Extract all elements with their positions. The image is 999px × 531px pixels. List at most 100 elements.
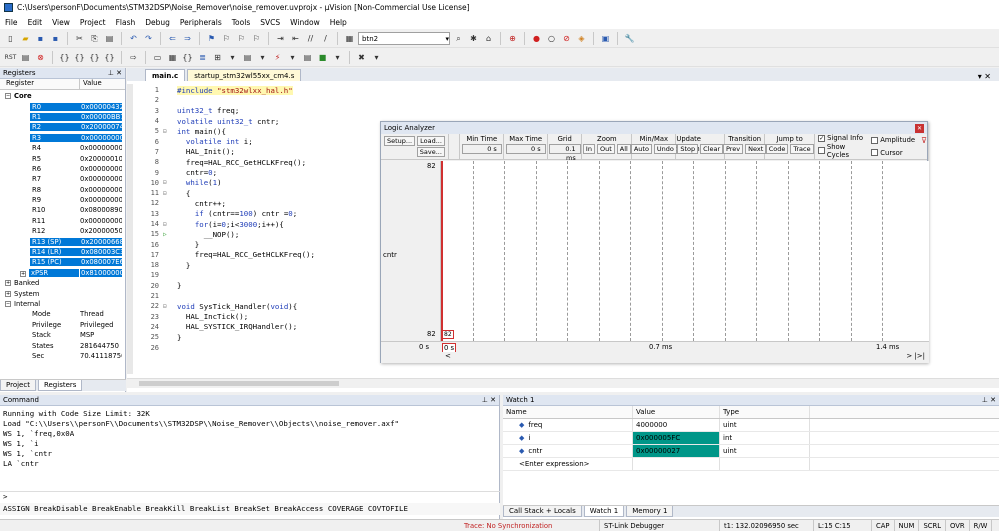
register-value[interactable]: 0x00000000 (80, 144, 122, 152)
group-banked[interactable]: + Banked (0, 278, 125, 288)
register-row[interactable]: R8 0x00000000 (0, 185, 125, 195)
breakpoint-disable-icon[interactable]: ⊘ (560, 32, 573, 45)
command-window-icon[interactable]: ▭ (151, 51, 164, 64)
window-layout-icon[interactable]: ▣ (599, 32, 612, 45)
la-save-button[interactable]: Save... (416, 147, 445, 158)
configure-icon[interactable]: 🔧 (623, 32, 636, 45)
code-line[interactable]: 3 uint32_t freq; (133, 106, 999, 116)
transition-next-button[interactable]: Next (745, 144, 767, 154)
close-icon[interactable]: ✕ (915, 123, 924, 133)
code-line[interactable]: 2 (133, 95, 999, 105)
incremental-find-icon[interactable]: ✱ (467, 32, 480, 45)
serial-window-icon[interactable]: ▾ (256, 51, 269, 64)
internal-row[interactable]: States 281644750 (0, 340, 125, 350)
register-row[interactable]: R7 0x00000000 (0, 174, 125, 184)
editor-close-icon[interactable]: ▾ ✕ (978, 72, 999, 81)
menu-svcs[interactable]: SVCS (255, 18, 285, 27)
breakpoint-insert-icon[interactable]: ● (530, 32, 543, 45)
register-row[interactable]: R14 (LR) 0x080003C3 (0, 247, 125, 257)
registers-window-icon[interactable]: ≣ (196, 51, 209, 64)
watch-value[interactable]: 4000000 (633, 419, 720, 431)
step-out-icon[interactable]: {} (88, 51, 101, 64)
toolbox-icon[interactable]: ■ (316, 51, 329, 64)
new-file-icon[interactable]: ▯ (4, 32, 17, 45)
register-value[interactable]: 0x20000010 (80, 155, 122, 163)
pin-icon[interactable]: ⊽ (915, 134, 927, 159)
register-row[interactable]: R11 0x00000000 (0, 216, 125, 226)
zoom-in-button[interactable]: In (582, 144, 595, 154)
code-line[interactable]: 1 #include "stm32wlxx_hal.h" (133, 85, 999, 95)
trace-window-icon[interactable]: ▾ (286, 51, 299, 64)
menu-peripherals[interactable]: Peripherals (175, 18, 227, 27)
bookmark-next-icon[interactable]: ⚐ (235, 32, 248, 45)
reset-icon[interactable]: RST (4, 51, 17, 64)
stop-icon[interactable]: ⊗ (34, 51, 47, 64)
amplitude-checkbox[interactable]: Amplitude (871, 136, 915, 144)
show-cycles-checkbox[interactable]: Show Cycles (818, 143, 867, 159)
internal-row[interactable]: Mode Thread (0, 309, 125, 319)
register-value[interactable]: 0x080007E6 (80, 258, 122, 267)
redo-icon[interactable]: ↷ (142, 32, 155, 45)
nav-forward-icon[interactable]: ⇒ (181, 32, 194, 45)
register-row[interactable]: R2 0x20000074 (0, 122, 125, 132)
register-row[interactable]: R12 0x20000050 (0, 226, 125, 236)
cut-icon[interactable]: ✂ (73, 32, 86, 45)
register-value[interactable]: 0x00000000 (80, 175, 122, 183)
register-value[interactable]: 0x00000000 (80, 133, 122, 142)
watch-window-icon[interactable]: ▾ (226, 51, 239, 64)
command-input[interactable]: > (0, 491, 500, 502)
col-register[interactable]: Register (0, 79, 80, 89)
breakpoint-enable-icon[interactable]: ○ (545, 32, 558, 45)
run-to-cursor-icon[interactable]: {} (103, 51, 116, 64)
memory-window-icon[interactable]: ▤ (241, 51, 254, 64)
menu-project[interactable]: Project (75, 18, 111, 27)
menu-debug[interactable]: Debug (140, 18, 175, 27)
bookmark-prev-icon[interactable]: ⚐ (220, 32, 233, 45)
expand-icon[interactable]: + (5, 290, 11, 297)
register-row[interactable]: R1 0x00000BB7 (0, 112, 125, 122)
minmax-undo-button[interactable]: Undo (653, 144, 677, 154)
update-stop-button[interactable]: Stop (677, 144, 699, 154)
watch-value[interactable]: 0x000005FC (633, 432, 720, 444)
panel-pin-close-icon[interactable]: ⊥ ✕ (482, 396, 499, 404)
editor-hscroll[interactable] (127, 378, 999, 388)
tab-memory-1[interactable]: Memory 1 (626, 506, 674, 517)
toolbox-dropdown-icon[interactable]: ▾ (331, 51, 344, 64)
panel-pin-close-icon[interactable]: ⊥ ✕ (108, 69, 125, 77)
register-value[interactable]: 0x00000000 (80, 186, 122, 194)
register-row[interactable]: R10 0x08000890 (0, 205, 125, 215)
menu-view[interactable]: View (47, 18, 75, 27)
watch-row[interactable]: ◆ freq 4000000 uint (503, 419, 999, 432)
run-icon[interactable]: ▤ (19, 51, 32, 64)
menu-help[interactable]: Help (325, 18, 352, 27)
register-value[interactable]: 0x08000890 (80, 206, 122, 214)
col-name[interactable]: Name (503, 406, 633, 418)
find-icon[interactable]: ⌕ (452, 32, 465, 45)
enter-expression-row[interactable]: <Enter expression> (503, 458, 999, 471)
jump-trace-button[interactable]: Trace (790, 144, 814, 154)
menu-flash[interactable]: Flash (111, 18, 141, 27)
system-viewer-icon[interactable]: ▤ (301, 51, 314, 64)
comment-icon[interactable]: // (304, 32, 317, 45)
menu-file[interactable]: File (0, 18, 23, 27)
group-system[interactable]: + System (0, 288, 125, 298)
register-value[interactable]: 0x00000000 (80, 196, 122, 204)
show-next-statement-icon[interactable]: ⇨ (127, 51, 140, 64)
register-value[interactable]: 0x20000668 (80, 237, 122, 246)
step-over-icon[interactable]: {} (73, 51, 86, 64)
tab-project[interactable]: Project (0, 380, 36, 391)
scroll-right-icon[interactable]: > |>| (906, 352, 925, 360)
update-clear-button[interactable]: Clear (700, 144, 724, 154)
undo-icon[interactable]: ↶ (127, 32, 140, 45)
jump-code-button[interactable]: Code (765, 144, 789, 154)
tab-main-c[interactable]: main.c (145, 69, 186, 81)
internal-row[interactable]: Privilege Privileged (0, 320, 125, 330)
bookmark-icon[interactable]: ⚑ (205, 32, 218, 45)
col-type[interactable]: Type (720, 406, 810, 418)
step-into-icon[interactable]: {} (58, 51, 71, 64)
scroll-left-icon[interactable]: < (445, 352, 451, 360)
register-value[interactable]: 0x20000050 (80, 227, 122, 235)
register-row[interactable]: R6 0x00000000 (0, 164, 125, 174)
register-value[interactable]: 0x00000BB7 (80, 112, 122, 121)
register-value[interactable]: 0x00000432 (80, 102, 122, 111)
